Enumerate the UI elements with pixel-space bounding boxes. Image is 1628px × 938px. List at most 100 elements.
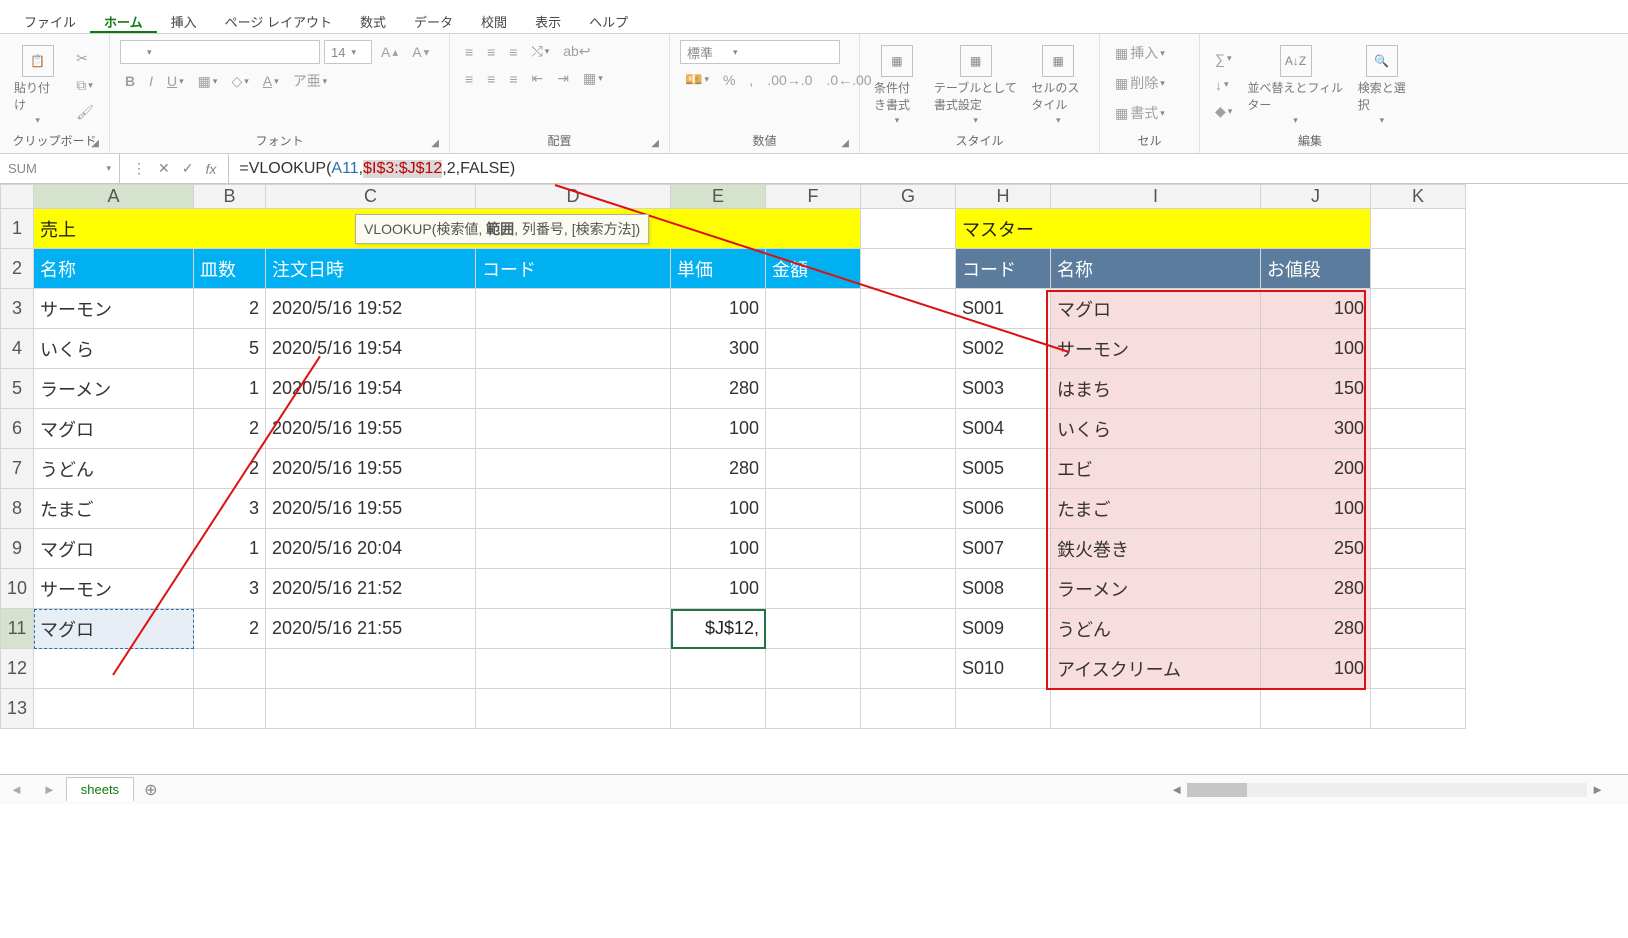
cell[interactable] <box>476 329 671 369</box>
cell[interactable] <box>476 449 671 489</box>
cell[interactable]: 2020/5/16 19:55 <box>266 449 476 489</box>
cell[interactable] <box>476 409 671 449</box>
number-launcher[interactable]: ◢ <box>841 138 849 149</box>
cell[interactable] <box>766 529 861 569</box>
align-center-button[interactable]: ≡ <box>482 68 500 90</box>
tab-help[interactable]: ヘルプ <box>575 6 642 33</box>
cell[interactable] <box>476 689 671 729</box>
sheet-tab[interactable]: sheets <box>66 777 134 801</box>
cell[interactable]: 3 <box>194 489 266 529</box>
cell[interactable] <box>671 649 766 689</box>
cell[interactable]: 100 <box>1261 329 1371 369</box>
cell[interactable]: 2 <box>194 609 266 649</box>
row-header[interactable]: 1 <box>1 209 34 249</box>
cell[interactable] <box>1371 449 1466 489</box>
cell[interactable] <box>861 329 956 369</box>
cell[interactable] <box>1371 529 1466 569</box>
font-size-select[interactable]: 14▾ <box>324 40 372 64</box>
align-bottom-button[interactable]: ≡ <box>504 41 522 63</box>
cell[interactable]: 2020/5/16 21:52 <box>266 569 476 609</box>
merge-button[interactable]: ▦▾ <box>578 67 608 90</box>
cell[interactable] <box>266 689 476 729</box>
col-header[interactable]: J <box>1261 185 1371 209</box>
tab-formulas[interactable]: 数式 <box>346 6 400 33</box>
master-title[interactable]: マスター <box>956 209 1371 249</box>
copy-button[interactable]: ⧉▾ <box>71 74 99 97</box>
cell[interactable] <box>34 689 194 729</box>
col-header[interactable]: A <box>34 185 194 209</box>
cell[interactable]: サーモン <box>34 569 194 609</box>
align-top-button[interactable]: ≡ <box>460 41 478 63</box>
cell[interactable]: S002 <box>956 329 1051 369</box>
border-button[interactable]: ▦▾ <box>193 70 223 93</box>
cell[interactable] <box>1371 489 1466 529</box>
cell[interactable] <box>956 689 1051 729</box>
select-all-button[interactable] <box>1 185 34 209</box>
cell[interactable] <box>861 289 956 329</box>
row-header[interactable]: 13 <box>1 689 34 729</box>
increase-font-button[interactable]: A▴ <box>376 41 403 63</box>
cell[interactable]: たまご <box>34 489 194 529</box>
cell[interactable] <box>861 249 956 289</box>
cell[interactable] <box>1371 409 1466 449</box>
align-right-button[interactable]: ≡ <box>504 68 522 90</box>
cell[interactable] <box>476 609 671 649</box>
cell[interactable] <box>766 649 861 689</box>
cell[interactable]: たまご <box>1051 489 1261 529</box>
sort-filter-button[interactable]: A↓Z並べ替えとフィルター▾ <box>1243 43 1347 128</box>
cell[interactable]: 250 <box>1261 529 1371 569</box>
col-header[interactable]: F <box>766 185 861 209</box>
cell[interactable] <box>766 449 861 489</box>
cell[interactable]: 2020/5/16 21:55 <box>266 609 476 649</box>
cell[interactable]: S010 <box>956 649 1051 689</box>
cell[interactable]: 150 <box>1261 369 1371 409</box>
row-header[interactable]: 2 <box>1 249 34 289</box>
cell[interactable] <box>1371 569 1466 609</box>
cell[interactable] <box>766 609 861 649</box>
cell[interactable]: エビ <box>1051 449 1261 489</box>
cell[interactable]: ラーメン <box>34 369 194 409</box>
cell[interactable]: 注文日時 <box>266 249 476 289</box>
col-header[interactable]: E <box>671 185 766 209</box>
cell[interactable] <box>861 529 956 569</box>
row-header[interactable]: 11 <box>1 609 34 649</box>
row-header[interactable]: 9 <box>1 529 34 569</box>
cell[interactable] <box>34 649 194 689</box>
cell[interactable] <box>476 489 671 529</box>
cell[interactable] <box>861 409 956 449</box>
cell[interactable]: 2 <box>194 289 266 329</box>
tab-view[interactable]: 表示 <box>521 6 575 33</box>
cell[interactable] <box>861 689 956 729</box>
row-header[interactable]: 5 <box>1 369 34 409</box>
sheet-nav-left[interactable]: ◄ <box>0 782 33 797</box>
cell[interactable]: 100 <box>1261 649 1371 689</box>
cell[interactable]: 2 <box>194 409 266 449</box>
cell[interactable]: 2020/5/16 20:04 <box>266 529 476 569</box>
row-header[interactable]: 6 <box>1 409 34 449</box>
cell[interactable] <box>1051 689 1261 729</box>
tab-file[interactable]: ファイル <box>10 6 90 33</box>
cell[interactable] <box>194 689 266 729</box>
cell[interactable]: 280 <box>1261 569 1371 609</box>
worksheet[interactable]: VLOOKUP(検索値, 範囲, 列番号, [検索方法]) A B C D E … <box>0 184 1628 774</box>
cell[interactable]: 300 <box>1261 409 1371 449</box>
cell[interactable] <box>476 369 671 409</box>
format-painter-button[interactable]: 🖌 <box>71 101 99 124</box>
table-format-button[interactable]: ▦テーブルとして書式設定▾ <box>930 43 1022 128</box>
cell[interactable]: うどん <box>34 449 194 489</box>
cell[interactable]: 皿数 <box>194 249 266 289</box>
italic-button[interactable]: I <box>144 70 158 92</box>
percent-button[interactable]: % <box>718 69 740 91</box>
decrease-font-button[interactable]: A▾ <box>407 41 434 63</box>
cell[interactable]: 200 <box>1261 449 1371 489</box>
cell[interactable] <box>766 289 861 329</box>
sheet-nav-right[interactable]: ► <box>33 782 66 797</box>
cell[interactable]: 100 <box>1261 489 1371 529</box>
bold-button[interactable]: B <box>120 70 140 92</box>
cell[interactable] <box>766 329 861 369</box>
tab-layout[interactable]: ページ レイアウト <box>211 6 346 33</box>
cell[interactable] <box>861 449 956 489</box>
cell[interactable] <box>861 609 956 649</box>
find-select-button[interactable]: 🔍検索と選択▾ <box>1354 43 1410 128</box>
cell[interactable]: マグロ <box>34 529 194 569</box>
